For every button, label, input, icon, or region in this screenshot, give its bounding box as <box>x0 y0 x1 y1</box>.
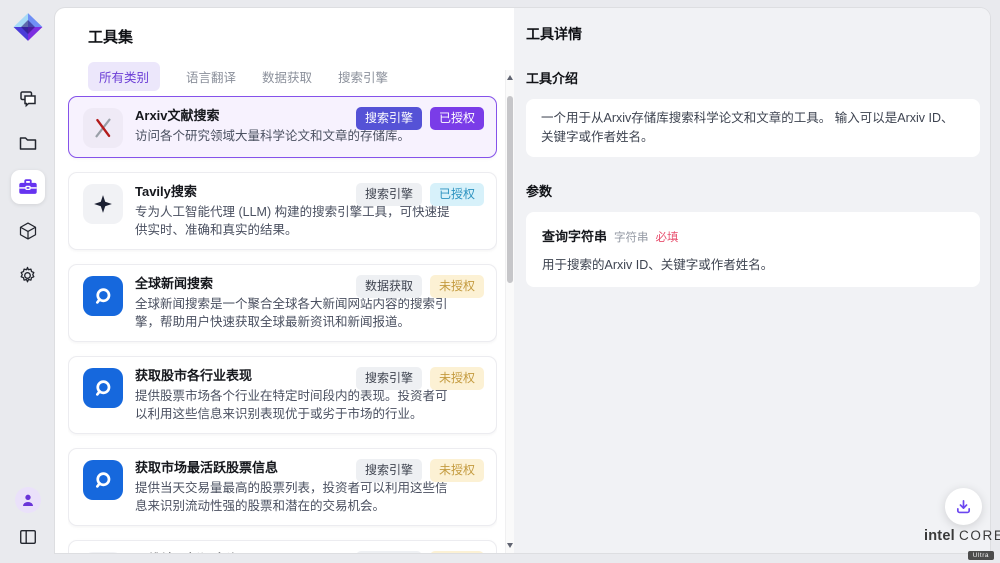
tool-card-tavily[interactable]: Tavily搜索 专为人工智能代理 (LLM) 构建的搜索引擎工具，可快速提供实… <box>68 172 497 250</box>
tab-language-translation[interactable]: 语言翻译 <box>186 67 236 86</box>
tool-card-arxiv[interactable]: Arxiv文献搜索 访问各个研究领域大量科学论文和文章的存储库。 搜索引擎 已授… <box>68 96 497 158</box>
category-tabs: 所有类别 语言翻译 数据获取 搜索引擎 <box>88 62 388 91</box>
scrollbar-thumb[interactable] <box>507 96 513 283</box>
intel-core-logo: intel core Ultra <box>924 528 994 562</box>
tool-card-regional-news[interactable]: 万维地区新闻查询 查询具体行政区划内的新闻，快速了解各地新闻动 搜索引擎 未授权 <box>68 540 497 553</box>
news-q-icon <box>83 368 123 408</box>
scrollbar-down-arrow[interactable] <box>507 543 513 548</box>
sidebar-item-files[interactable] <box>11 126 45 160</box>
user-avatar[interactable] <box>15 487 41 513</box>
list-scrollbar[interactable] <box>505 70 514 553</box>
news-q-icon <box>83 460 123 500</box>
parameter-type: 字符串 <box>614 229 649 245</box>
tool-card-sector-performance[interactable]: 获取股市各行业表现 提供股票市场各个行业在特定时间段内的表现。投资者可以利用这些… <box>68 356 497 434</box>
newspaper-icon <box>83 552 123 553</box>
category-badge: 搜索引擎 <box>356 459 422 482</box>
gear-icon <box>17 265 38 286</box>
category-badge: 搜索引擎 <box>356 367 422 390</box>
arxiv-icon <box>83 108 123 148</box>
scrollbar-up-arrow[interactable] <box>507 75 513 80</box>
cube-icon <box>18 221 38 241</box>
user-avatar-icon <box>20 492 36 508</box>
icon-rail <box>0 0 55 563</box>
sidebar-item-chat[interactable] <box>11 82 45 116</box>
core-wordmark: core <box>959 528 1000 543</box>
download-icon <box>955 498 972 515</box>
tool-card-list: Arxiv文献搜索 访问各个研究领域大量科学论文和文章的存储库。 搜索引擎 已授… <box>68 96 497 553</box>
auth-status-badge: 未授权 <box>430 367 484 390</box>
main-window: 工具集 所有类别 语言翻译 数据获取 搜索引擎 Arxiv文献搜索 访问各个研究… <box>55 8 990 553</box>
app-logo <box>13 12 43 42</box>
collapse-sidebar-button[interactable] <box>14 523 42 551</box>
sidebar-item-settings[interactable] <box>11 258 45 292</box>
detail-title: 工具详情 <box>526 24 980 44</box>
parameter-description: 用于搜索的Arxiv ID、关键字或作者姓名。 <box>542 254 964 273</box>
tool-card-description: 提供股票市场各个行业在特定时间段内的表现。投资者可以利用这些信息来识别表现优于或… <box>135 387 457 425</box>
tools-list-panel: 工具集 所有类别 语言翻译 数据获取 搜索引擎 Arxiv文献搜索 访问各个研究… <box>55 8 505 553</box>
sidebar-item-models[interactable] <box>11 214 45 248</box>
intro-heading: 工具介绍 <box>526 68 980 87</box>
auth-status-badge: 已授权 <box>430 183 484 206</box>
category-badge: 数据获取 <box>356 275 422 298</box>
tab-data-acquisition[interactable]: 数据获取 <box>262 67 312 86</box>
layout-panel-icon <box>18 527 38 547</box>
download-button[interactable] <box>945 488 982 525</box>
news-q-icon <box>83 276 123 316</box>
tool-detail-panel: 工具详情 工具介绍 一个用于从Arxiv存储库搜索科学论文和文章的工具。 输入可… <box>514 8 990 553</box>
auth-status-badge: 已授权 <box>430 107 484 130</box>
tool-card-global-news[interactable]: 全球新闻搜索 全球新闻搜索是一个聚合全球各大新闻网站内容的搜索引擎，帮助用户快速… <box>68 264 497 342</box>
intel-ultra-badge: Ultra <box>968 551 994 560</box>
folder-icon <box>18 133 38 153</box>
parameter-name: 查询字符串 <box>542 226 607 245</box>
params-heading: 参数 <box>526 181 980 200</box>
toolbox-icon <box>17 176 39 198</box>
sidebar-item-tools[interactable] <box>11 170 45 204</box>
intro-text-box: 一个用于从Arxiv存储库搜索科学论文和文章的工具。 输入可以是Arxiv ID… <box>526 99 980 157</box>
tool-card-description: 提供当天交易量最高的股票列表，投资者可以利用这些信息来识别流动性强的股票和潜在的… <box>135 479 457 517</box>
auth-status-badge: 未授权 <box>430 551 484 553</box>
parameter-card: 查询字符串 字符串 必填 用于搜索的Arxiv ID、关键字或作者姓名。 <box>526 212 980 287</box>
tool-card-description: 专为人工智能代理 (LLM) 构建的搜索引擎工具，可快速提供实时、准确和真实的结… <box>135 203 457 241</box>
parameter-required-flag: 必填 <box>656 229 679 245</box>
tool-card-active-stocks[interactable]: 获取市场最活跃股票信息 提供当天交易量最高的股票列表，投资者可以利用这些信息来识… <box>68 448 497 526</box>
auth-status-badge: 未授权 <box>430 459 484 482</box>
sparkle-icon <box>83 184 123 224</box>
tab-all-categories[interactable]: 所有类别 <box>88 62 160 91</box>
page-title: 工具集 <box>88 26 133 47</box>
category-badge: 搜索引擎 <box>356 107 422 130</box>
tool-card-description: 全球新闻搜索是一个聚合全球各大新闻网站内容的搜索引擎，帮助用户快速获取全球最新资… <box>135 295 457 333</box>
auth-status-badge: 未授权 <box>430 275 484 298</box>
category-badge: 搜索引擎 <box>356 183 422 206</box>
tab-search-engine[interactable]: 搜索引擎 <box>338 67 388 86</box>
gem-logo-icon <box>13 12 43 42</box>
category-badge: 搜索引擎 <box>356 551 422 553</box>
chat-icon <box>18 89 38 109</box>
intel-wordmark: intel <box>924 528 955 544</box>
